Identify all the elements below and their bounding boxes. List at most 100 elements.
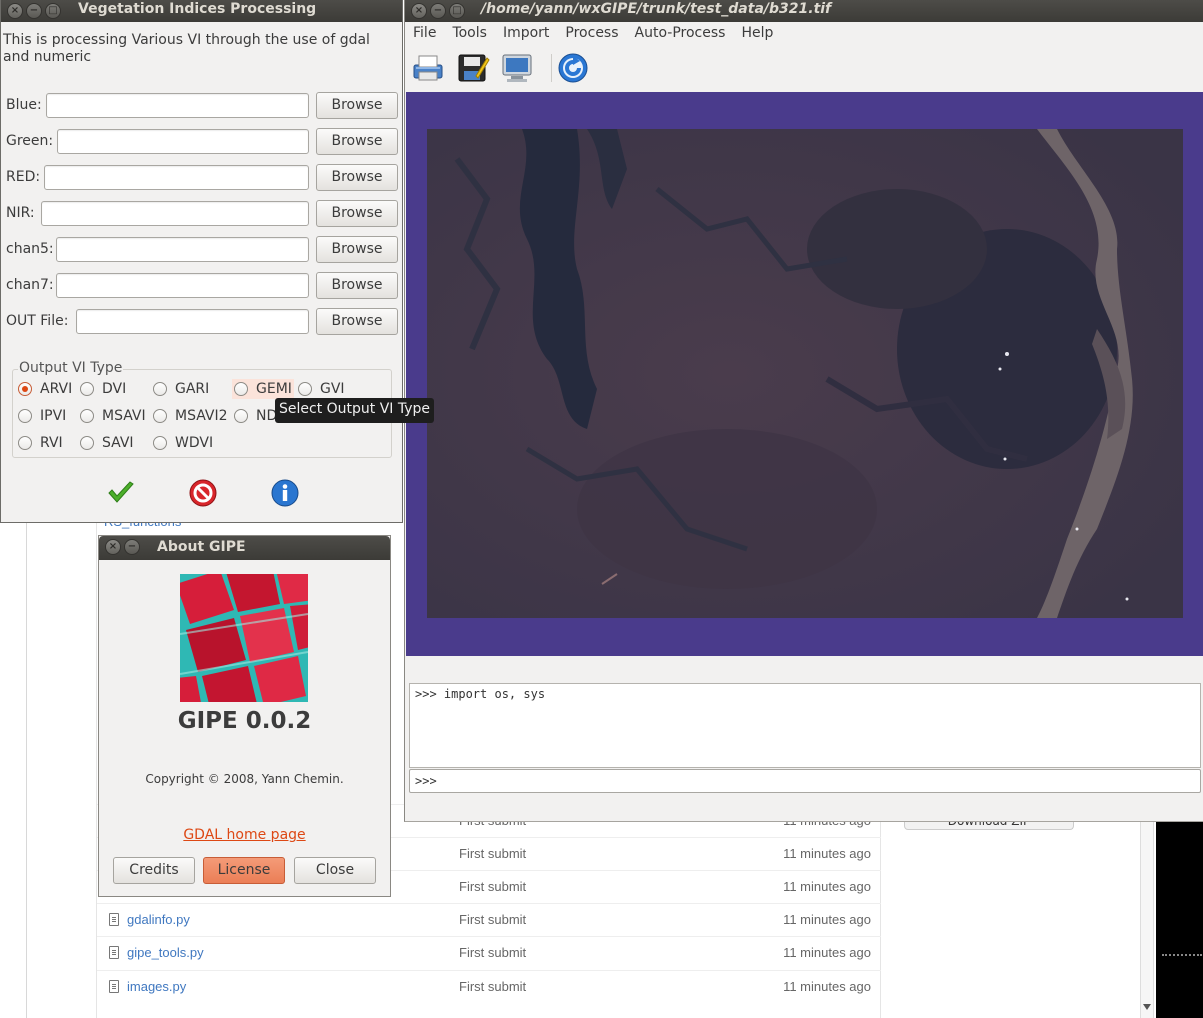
menu-tools[interactable]: Tools <box>444 22 495 46</box>
menu-file[interactable]: File <box>405 22 444 46</box>
python-console-output: >>> import os, sys <box>409 683 1201 768</box>
chan5-input[interactable] <box>56 237 309 262</box>
blue-browse-button[interactable]: Browse <box>316 92 398 119</box>
file-link[interactable]: gipe_tools.py <box>127 945 204 960</box>
window-title: Vegetation Indices Processing <box>78 1 317 17</box>
nir-label: NIR: <box>6 205 35 221</box>
menu-help[interactable]: Help <box>733 22 781 46</box>
close-button[interactable]: Close <box>294 857 376 884</box>
cancel-icon[interactable] <box>188 478 218 508</box>
file-link[interactable]: images.py <box>127 979 186 994</box>
printer-icon[interactable] <box>411 52 445 84</box>
radio-rvi[interactable]: RVI <box>18 435 63 451</box>
blue-input[interactable] <box>46 93 309 118</box>
radio-label: GEMI <box>256 381 292 397</box>
radio-ipvi[interactable]: IPVI <box>18 408 66 424</box>
table-row[interactable]: images.py First submit 11 minutes ago <box>97 970 881 1003</box>
toolbar <box>405 46 1203 92</box>
blue-label: Blue: <box>6 97 42 113</box>
file-icon <box>109 946 119 959</box>
radio-wdvi[interactable]: WDVI <box>153 435 213 451</box>
info-icon[interactable] <box>270 478 300 508</box>
file-icon <box>109 980 119 993</box>
refresh-icon[interactable] <box>556 52 590 84</box>
toolbar-separator <box>551 54 552 82</box>
window-title: About GIPE <box>157 539 246 555</box>
out-file-input[interactable] <box>76 309 309 334</box>
radio-label: SAVI <box>102 435 134 451</box>
radio-label: ARVI <box>40 381 73 397</box>
description-text: This is processing Various VI through th… <box>3 32 370 65</box>
license-button[interactable]: License <box>203 857 285 884</box>
radio-nd[interactable]: ND <box>234 408 277 424</box>
radio-msavi2[interactable]: MSAVI2 <box>153 408 228 424</box>
menu-process[interactable]: Process <box>557 22 626 46</box>
screen-icon[interactable] <box>500 52 534 84</box>
radio-label: DVI <box>102 381 127 397</box>
scrollbar[interactable] <box>1140 820 1154 1018</box>
python-console-input[interactable]: >>> <box>409 769 1201 793</box>
chan7-browse-button[interactable]: Browse <box>316 272 398 299</box>
radio-label: GVI <box>320 381 345 397</box>
radio-label: GARI <box>175 381 210 397</box>
green-input[interactable] <box>57 129 309 154</box>
title-bar[interactable]: × − □ /home/yann/wxGIPE/trunk/test_data/… <box>405 0 1203 22</box>
red-input[interactable] <box>44 165 309 190</box>
commit-message[interactable]: First submit <box>459 879 526 894</box>
chan7-input[interactable] <box>56 273 309 298</box>
radio-gemi[interactable]: GEMI <box>232 379 294 399</box>
radio-savi[interactable]: SAVI <box>80 435 134 451</box>
gdal-home-link[interactable]: GDAL home page <box>99 827 390 843</box>
green-label: Green: <box>6 133 54 149</box>
menu-import[interactable]: Import <box>495 22 557 46</box>
nir-input[interactable] <box>41 201 309 226</box>
ok-checkmark-icon[interactable] <box>106 478 136 508</box>
red-label: RED: <box>6 169 41 185</box>
green-browse-button[interactable]: Browse <box>316 128 398 155</box>
copyright-text: Copyright © 2008, Yann Chemin. <box>145 772 344 786</box>
radio-gari[interactable]: GARI <box>153 381 209 397</box>
file-link[interactable]: gdalinfo.py <box>127 912 190 927</box>
commit-age: 11 minutes ago <box>783 846 871 861</box>
minimize-icon[interactable]: − <box>26 3 42 19</box>
credits-button[interactable]: Credits <box>113 857 195 884</box>
image-canvas[interactable] <box>406 92 1203 656</box>
title-bar[interactable]: × − About GIPE <box>99 536 390 560</box>
maximize-icon[interactable]: □ <box>45 3 61 19</box>
table-row[interactable]: gdalinfo.py First submit 11 minutes ago <box>97 903 881 936</box>
output-vi-group-label: Output VI Type <box>18 360 124 376</box>
commit-message[interactable]: First submit <box>459 846 526 861</box>
out-file-browse-button[interactable]: Browse <box>316 308 398 335</box>
radio-msavi[interactable]: MSAVI <box>80 408 146 424</box>
scroll-down-icon[interactable] <box>1143 1004 1151 1010</box>
chan5-browse-button[interactable]: Browse <box>316 236 398 263</box>
close-icon[interactable]: × <box>105 539 121 555</box>
commit-age: 11 minutes ago <box>783 945 871 960</box>
satellite-image[interactable] <box>427 129 1183 618</box>
table-row[interactable]: gipe_tools.py First submit 11 minutes ag… <box>97 936 881 969</box>
commit-message[interactable]: First submit <box>459 979 526 994</box>
file-icon <box>109 913 119 926</box>
radio-gvi[interactable]: GVI <box>298 381 345 397</box>
title-bar[interactable]: × − □ Vegetation Indices Processing <box>1 0 402 22</box>
chan7-label: chan7: <box>6 277 54 293</box>
gipe-logo-icon <box>180 574 308 702</box>
radio-label: WDVI <box>175 435 214 451</box>
commit-age: 11 minutes ago <box>783 879 871 894</box>
commit-message[interactable]: First submit <box>459 945 526 960</box>
close-icon[interactable]: × <box>7 3 23 19</box>
minimize-icon[interactable]: − <box>124 539 140 555</box>
minimize-icon[interactable]: − <box>430 3 446 19</box>
save-icon[interactable] <box>456 52 490 84</box>
close-icon[interactable]: × <box>411 3 427 19</box>
maximize-icon[interactable]: □ <box>449 3 465 19</box>
radio-dvi[interactable]: DVI <box>80 381 126 397</box>
menu-auto-process[interactable]: Auto-Process <box>627 22 734 46</box>
commit-age: 11 minutes ago <box>783 912 871 927</box>
radio-label: MSAVI2 <box>175 408 228 424</box>
main-window: × − □ /home/yann/wxGIPE/trunk/test_data/… <box>404 0 1203 822</box>
red-browse-button[interactable]: Browse <box>316 164 398 191</box>
commit-message[interactable]: First submit <box>459 912 526 927</box>
radio-arvi[interactable]: ARVI <box>18 381 72 397</box>
nir-browse-button[interactable]: Browse <box>316 200 398 227</box>
